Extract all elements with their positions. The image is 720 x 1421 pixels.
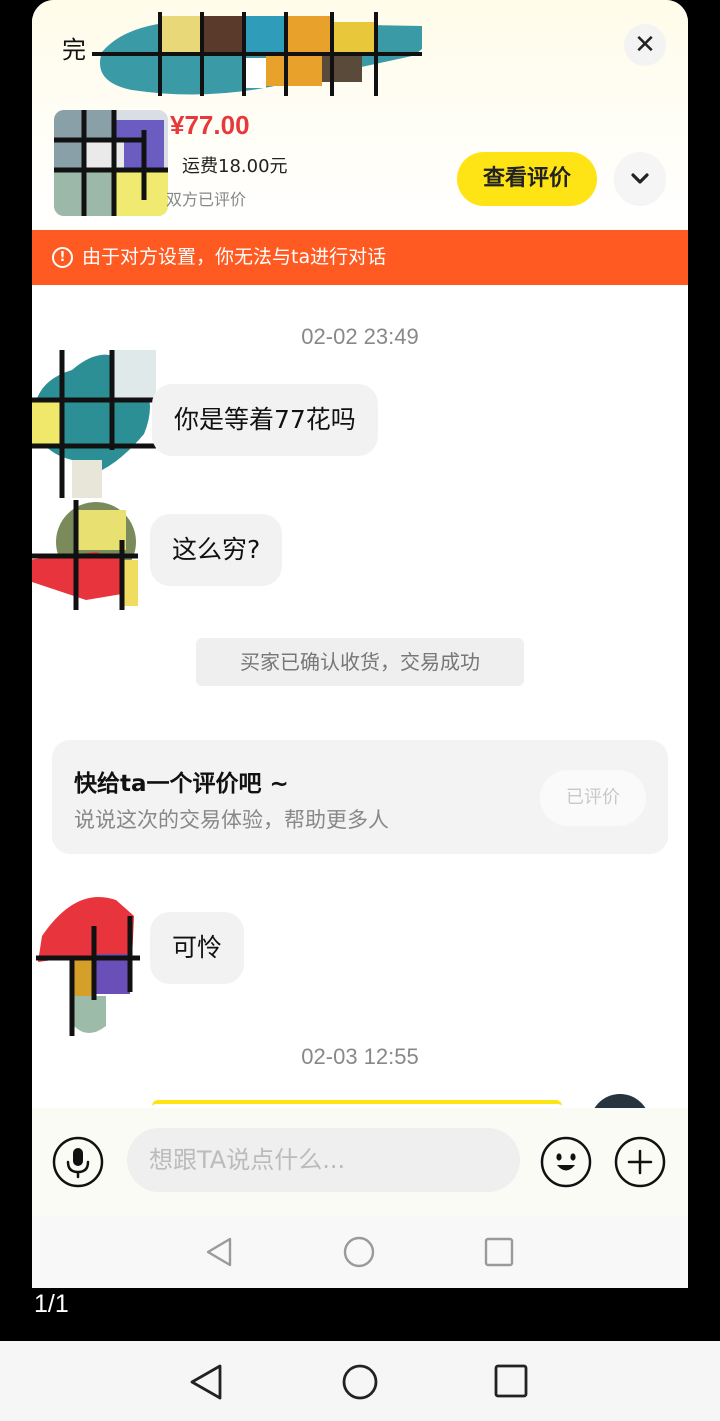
chevron-down-icon	[631, 173, 649, 184]
review-card-subtitle: 说说这次的交易体验，帮助更多人	[74, 808, 389, 832]
review-card-title: 快给ta一个评价吧 ~	[74, 771, 289, 797]
chat-header: 完 ✕ ¥77.00 运费18.00元 双方已评价 查看评价	[32, 0, 688, 228]
system-message: 买家已确认收货，交易成功	[196, 638, 524, 686]
message-input[interactable]	[127, 1128, 520, 1192]
reviewed-button[interactable]: 已评价	[540, 770, 646, 826]
microphone-icon[interactable]	[52, 1136, 104, 1188]
alert-circle-icon: !	[52, 247, 73, 268]
home-icon	[343, 1236, 375, 1268]
message-bubble: 可怜	[150, 912, 245, 984]
plus-icon[interactable]	[614, 1136, 666, 1188]
notice-text: 由于对方设置，你无法与ta进行对话	[82, 246, 387, 268]
chat-screen: 完 ✕ ¥77.00 运费18.00元 双方已评价 查看评价 ! 由于对方设置，…	[32, 0, 688, 1288]
page-counter: 1/1	[34, 1290, 69, 1318]
recents-icon[interactable]	[494, 1364, 528, 1398]
back-icon	[206, 1237, 232, 1267]
input-bar	[32, 1108, 688, 1216]
product-price: ¥77.00	[170, 110, 250, 140]
avatar[interactable]	[36, 896, 140, 1036]
avatar[interactable]	[32, 500, 138, 610]
blocked-notice-banner: ! 由于对方设置，你无法与ta进行对话	[32, 230, 688, 285]
redaction-scribble	[92, 12, 422, 96]
expand-button[interactable]	[614, 152, 666, 206]
close-button[interactable]: ✕	[624, 24, 666, 66]
chat-title: 完	[62, 36, 86, 64]
avatar[interactable]	[32, 350, 156, 498]
system-nav-bar	[0, 1341, 720, 1421]
screenshot-nav-bar	[32, 1216, 688, 1288]
message-bubble: 这么穷?	[150, 514, 283, 586]
emoji-icon[interactable]	[540, 1136, 592, 1188]
message-bubble: 你是等着77花吗	[152, 384, 378, 456]
review-prompt-card: 快给ta一个评价吧 ~ 说说这次的交易体验，帮助更多人 已评价	[52, 740, 668, 854]
shipping-fee: 运费18.00元	[182, 156, 288, 177]
rating-status: 双方已评价	[166, 190, 247, 209]
recents-icon	[484, 1237, 514, 1267]
timestamp: 02-02 23:49	[301, 324, 419, 349]
close-icon: ✕	[634, 30, 656, 60]
timestamp: 02-03 12:55	[301, 1044, 419, 1069]
product-thumbnail[interactable]	[54, 110, 168, 216]
home-icon[interactable]	[341, 1363, 379, 1401]
view-review-button[interactable]: 查看评价	[457, 152, 597, 206]
back-icon[interactable]	[188, 1363, 224, 1401]
